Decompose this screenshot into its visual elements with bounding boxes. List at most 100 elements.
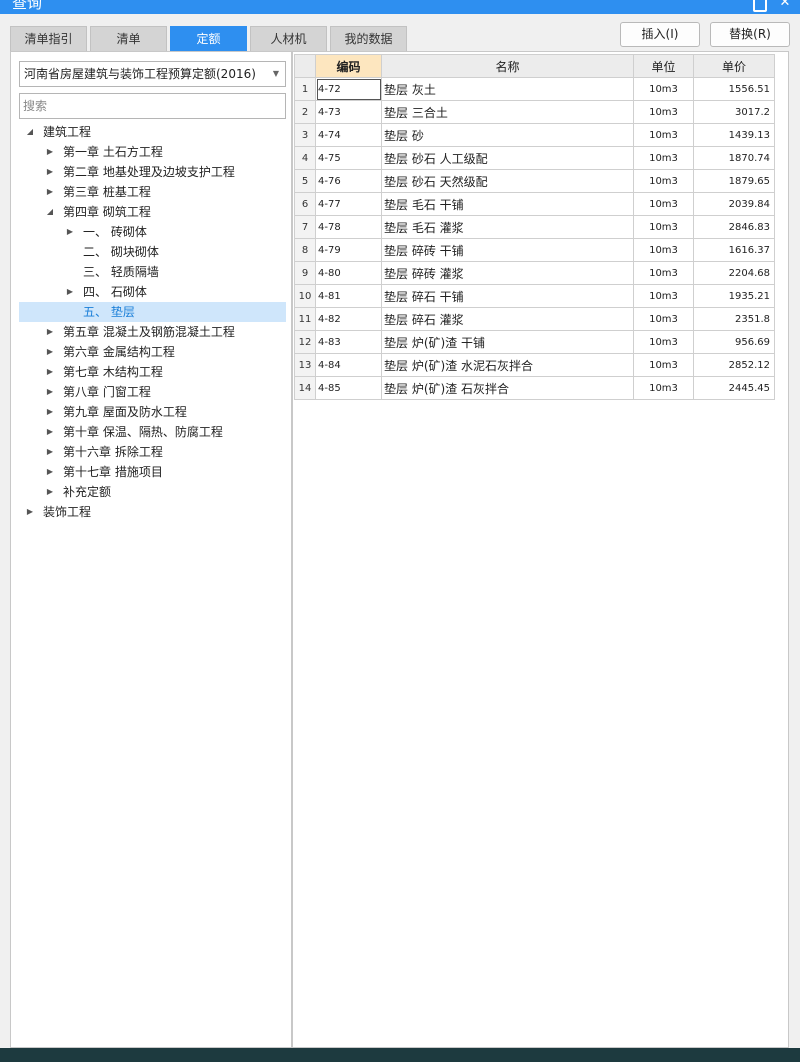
row-number[interactable]: 9 [294, 261, 316, 285]
cell-price[interactable]: 1879.65 [693, 169, 775, 193]
row-number[interactable]: 6 [294, 192, 316, 216]
cell-price[interactable]: 1439.13 [693, 123, 775, 147]
collapsed-triangle-icon[interactable]: ▶ [45, 142, 55, 162]
tree-node[interactable]: ▶ 一、 砖砌体 [19, 222, 286, 242]
table-row[interactable]: 3 4-74 垫层 砂 10m3 1439.13 [294, 123, 775, 147]
cell-unit[interactable]: 10m3 [633, 330, 694, 354]
collapsed-triangle-icon[interactable]: ▶ [45, 422, 55, 442]
cell-code[interactable]: 4-77 [315, 192, 382, 216]
cell-code[interactable]: 4-75 [315, 146, 382, 170]
tree-node[interactable]: ◢ 建筑工程 [19, 122, 286, 142]
cell-code[interactable]: 4-80 [315, 261, 382, 285]
table-row[interactable]: 13 4-84 垫层 炉(矿)渣 水泥石灰拌合 10m3 2852.12 [294, 353, 775, 377]
collapsed-triangle-icon[interactable]: ▶ [45, 322, 55, 342]
cell-unit[interactable]: 10m3 [633, 146, 694, 170]
row-number[interactable]: 3 [294, 123, 316, 147]
cell-price[interactable]: 2351.8 [693, 307, 775, 331]
collapsed-triangle-icon[interactable]: ▶ [45, 182, 55, 202]
collapsed-triangle-icon[interactable]: ▶ [45, 442, 55, 462]
chevron-down-icon[interactable]: ▼ [273, 62, 279, 86]
cell-name[interactable]: 垫层 炉(矿)渣 石灰拌合 [381, 376, 634, 400]
cell-unit[interactable]: 10m3 [633, 192, 694, 216]
quota-library-select[interactable]: 河南省房屋建筑与装饰工程预算定额(2016) ▼ [19, 61, 286, 87]
collapsed-triangle-icon[interactable]: ▶ [45, 462, 55, 482]
cell-name[interactable]: 垫层 砂 [381, 123, 634, 147]
row-number[interactable]: 11 [294, 307, 316, 331]
row-number[interactable]: 7 [294, 215, 316, 239]
tree-node[interactable]: ▶ 第二章 地基处理及边坡支护工程 [19, 162, 286, 182]
tree-node[interactable]: 三、 轻质隔墙 [19, 262, 286, 282]
cell-price[interactable]: 3017.2 [693, 100, 775, 124]
cell-name[interactable]: 垫层 砂石 人工级配 [381, 146, 634, 170]
tree-node[interactable]: ▶ 第一章 土石方工程 [19, 142, 286, 162]
tree-node[interactable]: ▶ 补充定额 [19, 482, 286, 502]
cell-price[interactable]: 2445.45 [693, 376, 775, 400]
cell-price[interactable]: 1616.37 [693, 238, 775, 262]
cell-unit[interactable]: 10m3 [633, 307, 694, 331]
tree-node[interactable]: ▶ 装饰工程 [19, 502, 286, 522]
collapsed-triangle-icon[interactable]: ▶ [45, 362, 55, 382]
collapsed-triangle-icon[interactable]: ▶ [45, 482, 55, 502]
cell-code[interactable]: 4-72 [315, 77, 382, 101]
cell-code[interactable]: 4-76 [315, 169, 382, 193]
cell-price[interactable]: 2039.84 [693, 192, 775, 216]
header-name[interactable]: 名称 [381, 54, 634, 78]
tree-node[interactable]: ▶ 第八章 门窗工程 [19, 382, 286, 402]
tree-node[interactable]: ▶ 第九章 屋面及防水工程 [19, 402, 286, 422]
table-row[interactable]: 10 4-81 垫层 碎石 干铺 10m3 1935.21 [294, 284, 775, 308]
table-row[interactable]: 5 4-76 垫层 砂石 天然级配 10m3 1879.65 [294, 169, 775, 193]
tree-node[interactable]: ▶ 第十六章 拆除工程 [19, 442, 286, 462]
insert-button[interactable]: 插入(I) [620, 22, 700, 47]
collapsed-triangle-icon[interactable]: ▶ [65, 222, 75, 242]
cell-name[interactable]: 垫层 碎砖 干铺 [381, 238, 634, 262]
collapsed-triangle-icon[interactable]: ▶ [45, 162, 55, 182]
cell-unit[interactable]: 10m3 [633, 77, 694, 101]
row-number[interactable]: 13 [294, 353, 316, 377]
header-price[interactable]: 单价 [693, 54, 775, 78]
tree-node[interactable]: ◢ 第四章 砌筑工程 [19, 202, 286, 222]
row-number[interactable]: 5 [294, 169, 316, 193]
cell-unit[interactable]: 10m3 [633, 215, 694, 239]
table-row[interactable]: 6 4-77 垫层 毛石 干铺 10m3 2039.84 [294, 192, 775, 216]
cell-price[interactable]: 1935.21 [693, 284, 775, 308]
cell-code[interactable]: 4-79 [315, 238, 382, 262]
cell-unit[interactable]: 10m3 [633, 100, 694, 124]
cell-name[interactable]: 垫层 炉(矿)渣 水泥石灰拌合 [381, 353, 634, 377]
cell-name[interactable]: 垫层 碎石 干铺 [381, 284, 634, 308]
table-row[interactable]: 14 4-85 垫层 炉(矿)渣 石灰拌合 10m3 2445.45 [294, 376, 775, 400]
tab-2[interactable]: 定额 [170, 26, 247, 51]
row-number[interactable]: 14 [294, 376, 316, 400]
cell-name[interactable]: 垫层 毛石 灌浆 [381, 215, 634, 239]
cell-price[interactable]: 2852.12 [693, 353, 775, 377]
row-number[interactable]: 8 [294, 238, 316, 262]
cell-code[interactable]: 4-73 [315, 100, 382, 124]
cell-name[interactable]: 垫层 灰土 [381, 77, 634, 101]
tab-3[interactable]: 人材机 [250, 26, 327, 51]
tab-4[interactable]: 我的数据 [330, 26, 407, 51]
cell-unit[interactable]: 10m3 [633, 376, 694, 400]
tree-node[interactable]: ▶ 第十章 保温、隔热、防腐工程 [19, 422, 286, 442]
collapsed-triangle-icon[interactable]: ▶ [45, 382, 55, 402]
tree-node[interactable]: ▶ 第五章 混凝土及钢筋混凝土工程 [19, 322, 286, 342]
cell-code[interactable]: 4-84 [315, 353, 382, 377]
collapsed-triangle-icon[interactable]: ▶ [65, 282, 75, 302]
tree-node[interactable]: ▶ 第七章 木结构工程 [19, 362, 286, 382]
tree-node[interactable]: 五、 垫层 [19, 302, 286, 322]
cell-code[interactable]: 4-85 [315, 376, 382, 400]
restore-icon[interactable] [752, 0, 767, 12]
cell-name[interactable]: 垫层 碎砖 灌浆 [381, 261, 634, 285]
expanded-triangle-icon[interactable]: ◢ [25, 122, 35, 142]
cell-price[interactable]: 1556.51 [693, 77, 775, 101]
table-row[interactable]: 9 4-80 垫层 碎砖 灌浆 10m3 2204.68 [294, 261, 775, 285]
replace-button[interactable]: 替换(R) [710, 22, 790, 47]
table-row[interactable]: 7 4-78 垫层 毛石 灌浆 10m3 2846.83 [294, 215, 775, 239]
row-number[interactable]: 10 [294, 284, 316, 308]
row-number[interactable]: 12 [294, 330, 316, 354]
header-unit[interactable]: 单位 [633, 54, 694, 78]
tab-1[interactable]: 清单 [90, 26, 167, 51]
collapsed-triangle-icon[interactable]: ▶ [45, 402, 55, 422]
row-number[interactable]: 1 [294, 77, 316, 101]
cell-price[interactable]: 2846.83 [693, 215, 775, 239]
cell-price[interactable]: 1870.74 [693, 146, 775, 170]
cell-unit[interactable]: 10m3 [633, 261, 694, 285]
